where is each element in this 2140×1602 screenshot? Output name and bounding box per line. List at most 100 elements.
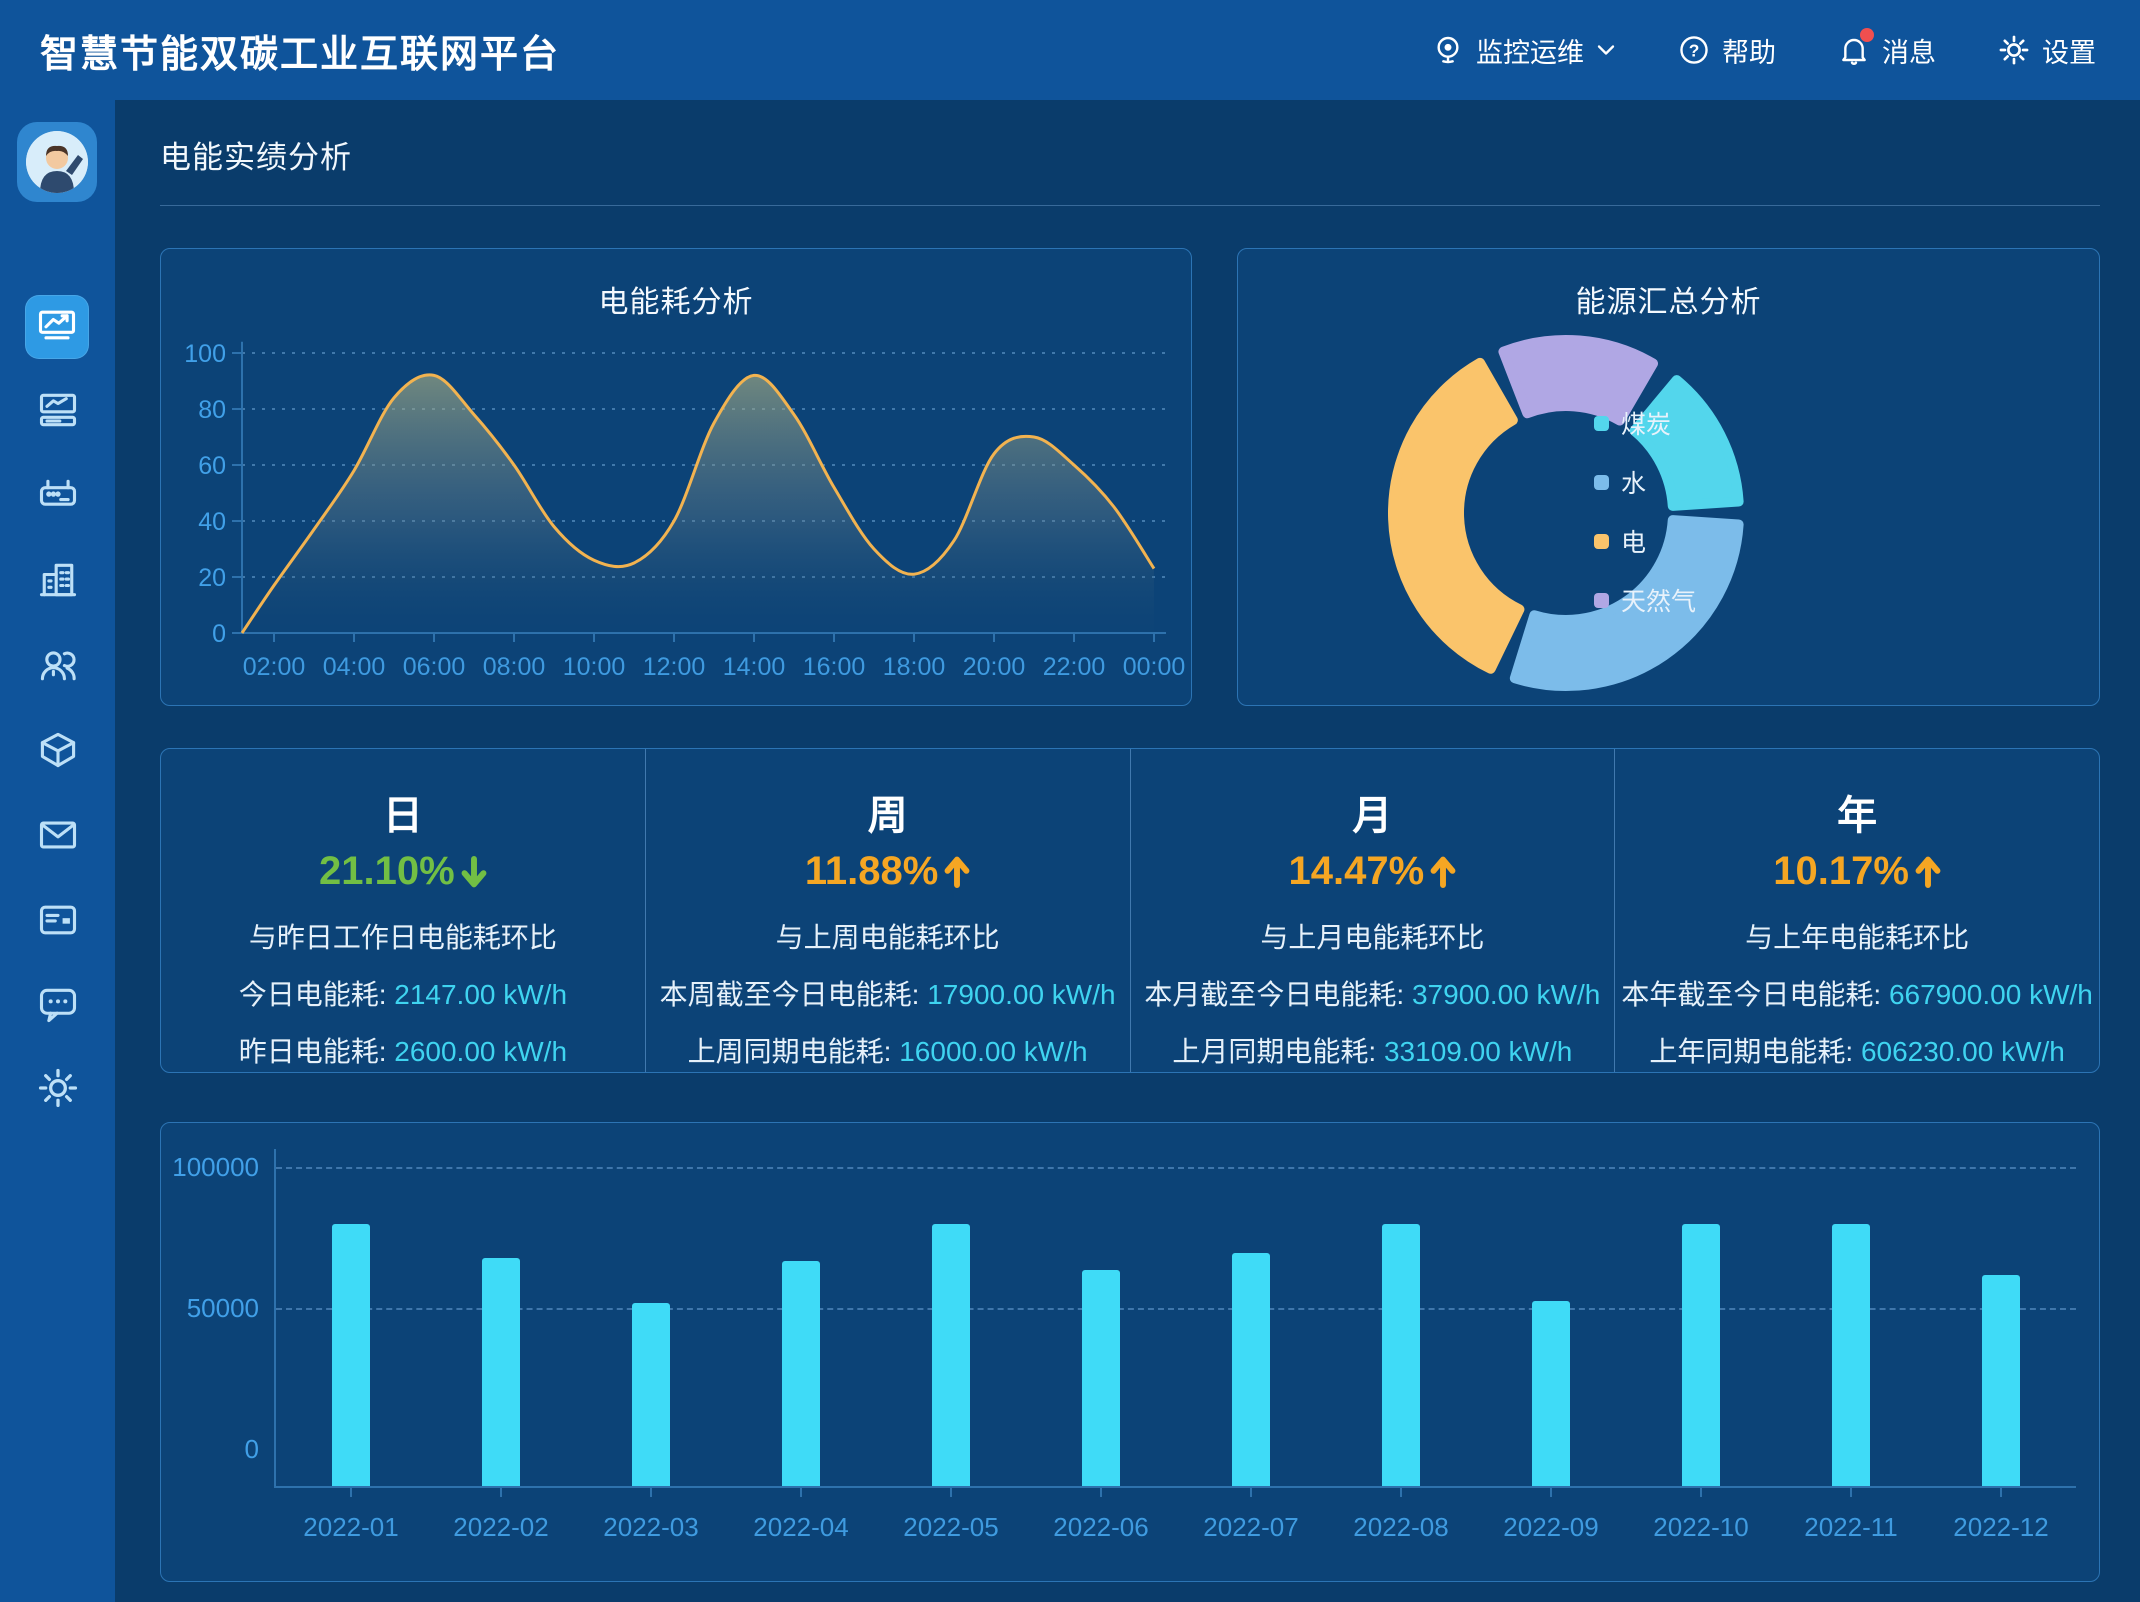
svg-text:100: 100 (184, 340, 226, 368)
legend-label: 煤炭 (1621, 405, 1671, 441)
bell-icon (1838, 34, 1870, 66)
card-icon (36, 898, 80, 947)
stat-card-年: 年10.17%与上年电能耗环比本年截至今日电能耗: 667900.00 kW/h… (1614, 749, 2099, 1072)
bar-2022-05 (932, 1224, 970, 1486)
bar-xtick-label: 2022-04 (726, 1512, 876, 1543)
stat-value: 606230.00 kW/h (1861, 1036, 2065, 1067)
legend-label: 电 (1621, 523, 1646, 559)
mail-icon (36, 813, 80, 862)
cube-icon (36, 728, 80, 777)
menu-help[interactable]: ? 帮助 (1678, 31, 1776, 70)
bar-2022-11 (1832, 1224, 1870, 1486)
gear-icon (1998, 34, 2030, 66)
bar-xtick-label: 2022-06 (1026, 1512, 1176, 1543)
bar-ytick-label: 0 (169, 1434, 259, 1465)
sidebar-item-billing[interactable] (0, 890, 115, 954)
sidebar-item-devices[interactable] (0, 465, 115, 529)
legend-swatch (1594, 593, 1609, 608)
svg-text:02:00: 02:00 (243, 653, 306, 681)
arrow-up-icon (1915, 855, 1941, 889)
device-icon (36, 473, 80, 522)
stat-row: 本月截至今日电能耗: 37900.00 kW/h (1144, 973, 1600, 1013)
svg-text:06:00: 06:00 (403, 653, 466, 681)
sidebar-item-analysis[interactable] (0, 380, 115, 444)
stat-value: 16000.00 kW/h (899, 1036, 1087, 1067)
menu-settings[interactable]: 设置 (1998, 31, 2096, 70)
bar-ytick-label: 100000 (169, 1152, 259, 1183)
sidebar (0, 100, 115, 1602)
stat-desc: 与昨日工作日电能耗环比 (249, 916, 557, 956)
bar-xtick-label: 2022-09 (1476, 1512, 1626, 1543)
stat-period-title: 日 (383, 783, 423, 841)
sidebar-item-mail[interactable] (0, 805, 115, 869)
bar-2022-02 (482, 1258, 520, 1486)
sidebar-item-enterprise[interactable] (0, 550, 115, 614)
line-chart-icon (35, 303, 79, 352)
stat-period-title: 周 (868, 783, 908, 841)
arrow-up-icon (944, 855, 970, 889)
stat-row: 本年截至今日电能耗: 667900.00 kW/h (1621, 973, 2092, 1013)
bar-xtick-label: 2022-02 (426, 1512, 576, 1543)
bar-2022-01 (332, 1224, 370, 1486)
stat-row: 昨日电能耗: 2600.00 kW/h (239, 1030, 567, 1070)
legend-item[interactable]: 水 (1594, 464, 1696, 500)
bar-xtick-label: 2022-12 (1926, 1512, 2076, 1543)
unread-badge (1860, 28, 1874, 42)
gear-icon (36, 1066, 80, 1115)
bar-xtick-label: 2022-03 (576, 1512, 726, 1543)
stat-value: 37900.00 kW/h (1412, 979, 1600, 1010)
stat-card-月: 月14.47%与上月电能耗环比本月截至今日电能耗: 37900.00 kW/h上… (1130, 749, 1615, 1072)
bar-2022-04 (782, 1261, 820, 1486)
menu-label: 监控运维 (1476, 31, 1584, 70)
stat-period-title: 年 (1837, 783, 1877, 841)
stat-value: 2600.00 kW/h (394, 1036, 567, 1067)
building-icon (36, 558, 80, 607)
stat-desc: 与上年电能耗环比 (1745, 916, 1969, 956)
svg-text:18:00: 18:00 (883, 653, 946, 681)
sidebar-item-settings[interactable] (0, 1058, 115, 1122)
stat-desc: 与上周电能耗环比 (776, 916, 1000, 956)
bar-2022-07 (1232, 1253, 1270, 1486)
bar-ytick-label: 50000 (169, 1293, 259, 1324)
chevron-down-icon (1596, 43, 1616, 57)
svg-text:10:00: 10:00 (563, 653, 626, 681)
sidebar-item-energy-dashboard[interactable] (25, 295, 89, 359)
sidebar-item-assets[interactable] (0, 720, 115, 784)
stat-row: 今日电能耗: 2147.00 kW/h (239, 973, 567, 1013)
legend-item[interactable]: 电 (1594, 523, 1696, 559)
sidebar-item-feedback[interactable] (0, 975, 115, 1039)
legend-item[interactable]: 天然气 (1594, 582, 1696, 618)
help-icon: ? (1678, 34, 1710, 66)
menu-monitor-ops[interactable]: 监控运维 (1432, 31, 1616, 70)
legend-label: 水 (1621, 464, 1646, 500)
chart-panel-icon (36, 388, 80, 437)
bar-xtick-label: 2022-08 (1326, 1512, 1476, 1543)
bar-2022-12 (1982, 1275, 2020, 1486)
svg-text:?: ? (1689, 41, 1700, 61)
page-title: 电能实绩分析 (160, 132, 352, 177)
stat-desc: 与上月电能耗环比 (1260, 916, 1484, 956)
legend-item[interactable]: 煤炭 (1594, 405, 1696, 441)
user-avatar[interactable] (17, 122, 97, 202)
sidebar-item-users[interactable] (0, 635, 115, 699)
svg-text:22:00: 22:00 (1043, 653, 1106, 681)
menu-label: 帮助 (1722, 31, 1776, 70)
svg-text:20: 20 (198, 564, 226, 592)
arrow-up-icon (1430, 855, 1456, 889)
bar-2022-03 (632, 1303, 670, 1486)
title-divider (160, 205, 2100, 206)
menu-label: 消息 (1882, 31, 1936, 70)
bar-xtick-label: 2022-05 (876, 1512, 1026, 1543)
legend-label: 天然气 (1621, 582, 1696, 618)
svg-text:00:00: 00:00 (1123, 653, 1186, 681)
svg-text:08:00: 08:00 (483, 653, 546, 681)
svg-text:40: 40 (198, 508, 226, 536)
donut-slice-电 (1393, 363, 1519, 669)
stat-value: 33109.00 kW/h (1384, 1036, 1572, 1067)
bar-2022-10 (1682, 1224, 1720, 1486)
legend-swatch (1594, 475, 1609, 490)
menu-messages[interactable]: 消息 (1838, 31, 1936, 70)
legend-swatch (1594, 534, 1609, 549)
stat-value: 2147.00 kW/h (394, 979, 567, 1010)
svg-text:12:00: 12:00 (643, 653, 706, 681)
